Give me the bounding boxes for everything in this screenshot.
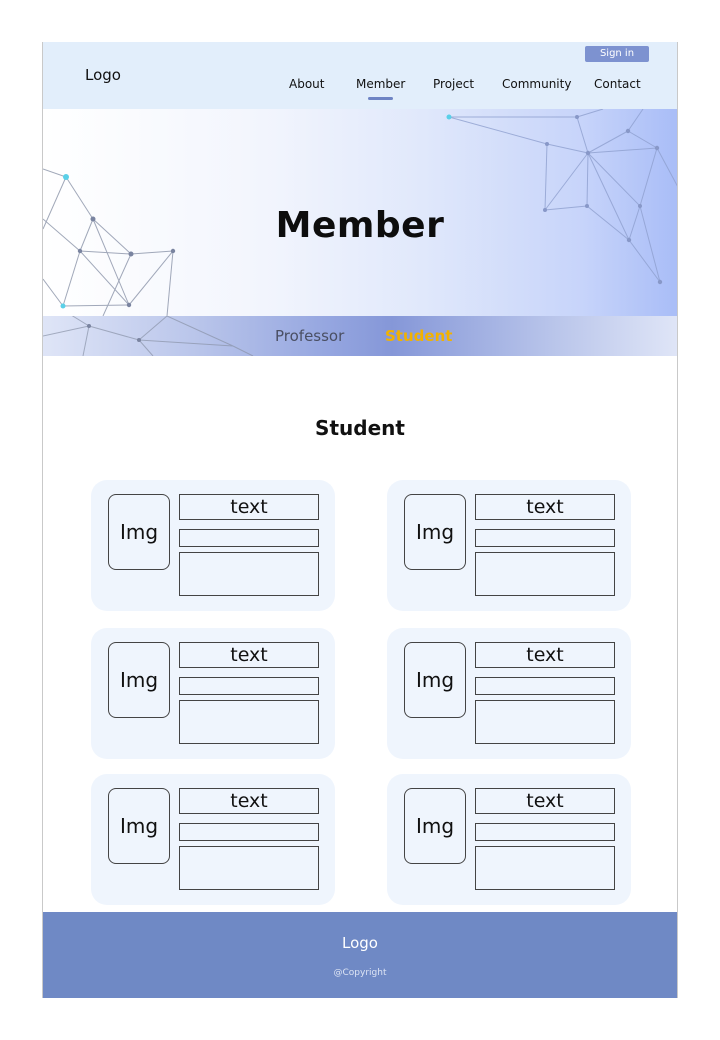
member-description-field xyxy=(475,700,615,744)
member-name-field: text xyxy=(475,788,615,814)
subnav-student[interactable]: Student xyxy=(385,327,452,345)
member-card[interactable]: Img text xyxy=(387,774,631,905)
sign-in-button[interactable]: Sign in xyxy=(585,46,649,62)
member-subnav: Professor Student xyxy=(43,316,677,356)
nav-about[interactable]: About xyxy=(289,77,324,91)
nav-project[interactable]: Project xyxy=(433,77,474,91)
member-description-field xyxy=(475,552,615,596)
hero-title: Member xyxy=(275,205,445,246)
member-card[interactable]: Img text xyxy=(387,480,631,611)
member-description-field xyxy=(179,846,319,890)
footer-logo[interactable]: Logo xyxy=(43,934,677,952)
member-info-field xyxy=(179,529,319,547)
member-name-field: text xyxy=(475,494,615,520)
member-card[interactable]: Img text xyxy=(91,774,335,905)
member-info-field xyxy=(475,823,615,841)
section-title: Student xyxy=(315,416,405,440)
site-header: Logo Sign in About Member Project Commun… xyxy=(43,42,677,109)
member-name-field: text xyxy=(179,642,319,668)
network-decoration xyxy=(43,316,254,356)
member-name-field: text xyxy=(475,642,615,668)
member-photo: Img xyxy=(108,494,170,570)
member-name-field: text xyxy=(179,494,319,520)
member-info-field xyxy=(475,529,615,547)
member-photo: Img xyxy=(108,788,170,864)
member-card[interactable]: Img text xyxy=(91,480,335,611)
member-description-field xyxy=(475,846,615,890)
member-name-field: text xyxy=(179,788,319,814)
member-card[interactable]: Img text xyxy=(91,628,335,759)
nav-member[interactable]: Member xyxy=(356,77,405,100)
page: Logo Sign in About Member Project Commun… xyxy=(42,42,678,998)
main-nav: About Member Project Community Contact xyxy=(43,77,677,101)
member-description-field xyxy=(179,552,319,596)
member-card[interactable]: Img text xyxy=(387,628,631,759)
member-info-field xyxy=(475,677,615,695)
subnav-professor[interactable]: Professor xyxy=(275,327,344,345)
member-info-field xyxy=(179,823,319,841)
site-footer: Logo @Copyright xyxy=(43,912,677,998)
member-photo: Img xyxy=(108,642,170,718)
member-photo: Img xyxy=(404,494,466,570)
copyright-text: @Copyright xyxy=(333,968,387,978)
member-description-field xyxy=(179,700,319,744)
member-info-field xyxy=(179,677,319,695)
nav-contact[interactable]: Contact xyxy=(594,77,641,91)
member-photo: Img xyxy=(404,788,466,864)
nav-community[interactable]: Community xyxy=(502,77,571,91)
hero-banner: Member xyxy=(43,109,677,316)
member-photo: Img xyxy=(404,642,466,718)
